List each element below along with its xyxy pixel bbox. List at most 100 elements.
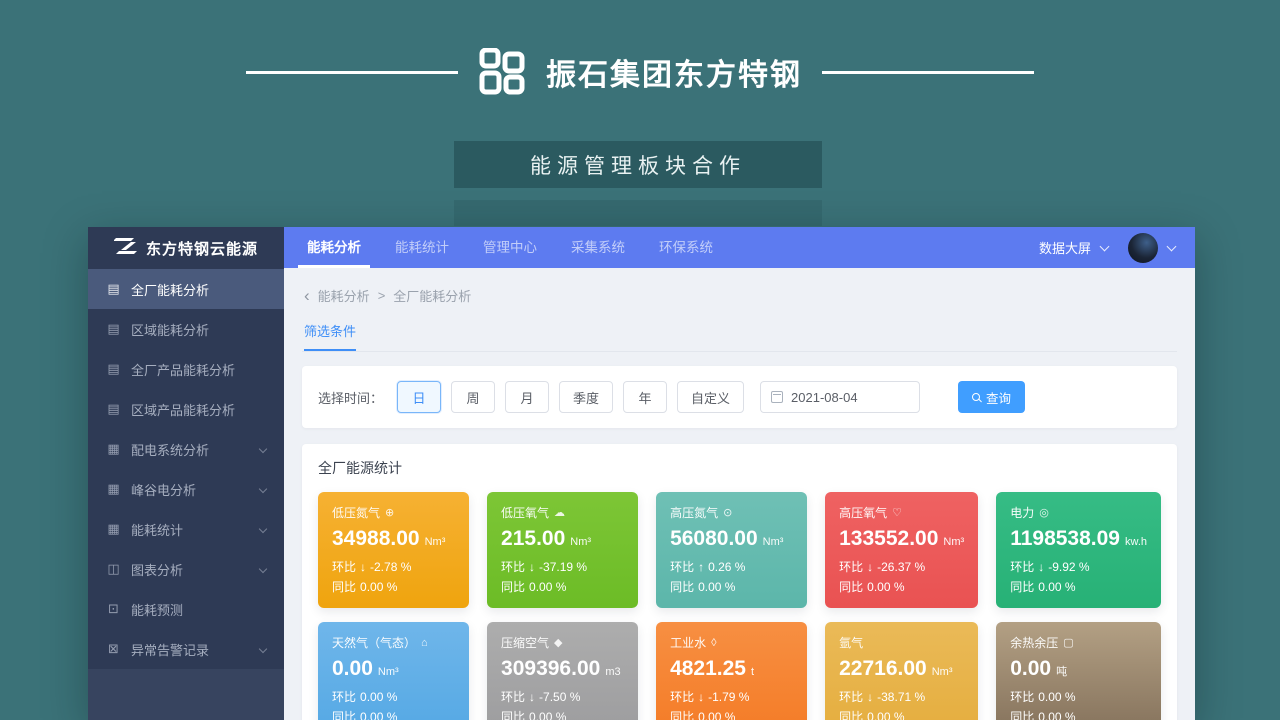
card-unit: 吨 xyxy=(1056,663,1067,679)
card-value: 215.00 xyxy=(501,527,565,551)
stat-card-3[interactable]: 高压氧气♡133552.00Nm³环比↓-26.37 %同比0.00 % xyxy=(825,492,978,608)
chevron-down-icon xyxy=(259,445,267,453)
time-option-4[interactable]: 年 xyxy=(623,381,667,413)
arrow-down-icon: ↓ xyxy=(529,690,535,704)
sidebar-item-2[interactable]: ▤全厂产品能耗分析 xyxy=(88,349,284,389)
tb-label: 同比 xyxy=(501,578,525,595)
hb-label: 环比 xyxy=(670,688,694,705)
data-screen-link[interactable]: 数据大屏 xyxy=(1039,238,1091,257)
sidebar-item-0[interactable]: ▤全厂能耗分析 xyxy=(88,269,284,309)
menu-label: 峰谷电分析 xyxy=(131,480,196,499)
nav-right: 数据大屏 xyxy=(1039,233,1195,263)
tb-value: 0.00 % xyxy=(867,580,904,594)
tb-label: 同比 xyxy=(332,578,356,595)
dashboard-window: 东方特钢云能源 ▤全厂能耗分析▤区域能耗分析▤全厂产品能耗分析▤区域产品能耗分析… xyxy=(88,227,1195,720)
card-title: 余热余压▢ xyxy=(1010,634,1147,651)
tb-label: 同比 xyxy=(670,708,694,720)
card-value: 56080.00 xyxy=(670,527,758,551)
time-option-3[interactable]: 季度 xyxy=(559,381,613,413)
sidebar-menu: ▤全厂能耗分析▤区域能耗分析▤全厂产品能耗分析▤区域产品能耗分析▦配电系统分析▦… xyxy=(88,269,284,669)
card-title: 低压氧气☁ xyxy=(501,504,624,521)
card-value: 1198538.09 xyxy=(1010,527,1120,551)
tb-value: 0.00 % xyxy=(529,710,566,720)
card-title: 压缩空气◆ xyxy=(501,634,624,651)
tb-label: 同比 xyxy=(332,708,356,720)
menu-label: 区域产品能耗分析 xyxy=(131,400,235,419)
tab-filter-conditions[interactable]: 筛选条件 xyxy=(304,321,356,351)
card-hb-line: 环比↓-7.50 % xyxy=(501,688,624,705)
nav-tab-0[interactable]: 能耗分析 xyxy=(290,227,378,268)
menu-label: 能耗预测 xyxy=(131,600,183,619)
sidebar-item-1[interactable]: ▤区域能耗分析 xyxy=(88,309,284,349)
menu-label: 异常告警记录 xyxy=(131,640,209,659)
sidebar-item-4[interactable]: ▦配电系统分析 xyxy=(88,429,284,469)
nav-tab-4[interactable]: 环保系统 xyxy=(642,227,730,268)
sidebar-footer xyxy=(88,669,284,720)
stat-card-7[interactable]: 工业水◊4821.25t环比↓-1.79 %同比0.00 % xyxy=(656,622,807,720)
card-hb-line: 环比↓-26.37 % xyxy=(839,558,964,575)
sidebar-item-6[interactable]: ▦能耗统计 xyxy=(88,509,284,549)
stat-card-8[interactable]: 氩气22716.00Nm³环比↓-38.71 %同比0.00 % xyxy=(825,622,978,720)
nav-tab-3[interactable]: 采集系统 xyxy=(554,227,642,268)
arrow-down-icon: ↓ xyxy=(698,690,704,704)
time-option-0[interactable]: 日 xyxy=(397,381,441,413)
card-type-icon: ⌂ xyxy=(421,637,428,649)
tb-value: 0.00 % xyxy=(698,580,735,594)
time-option-5[interactable]: 自定义 xyxy=(677,381,744,413)
card-value-row: 4821.25t xyxy=(670,657,793,681)
sidebar-item-9[interactable]: ⊠异常告警记录 xyxy=(88,629,284,669)
card-type-icon: ♡ xyxy=(892,506,902,519)
hb-value: -7.50 % xyxy=(539,690,580,704)
grid-logo-icon xyxy=(478,48,526,96)
stat-card-4[interactable]: 电力◎1198538.09kw.h环比↓-9.92 %同比0.00 % xyxy=(996,492,1161,608)
nav-tab-1[interactable]: 能耗统计 xyxy=(378,227,466,268)
chevron-down-icon[interactable] xyxy=(1100,241,1110,251)
stat-card-6[interactable]: 压缩空气◆309396.00m3环比↓-7.50 %同比0.00 % xyxy=(487,622,638,720)
arrow-down-icon: ↓ xyxy=(867,560,873,574)
card-value: 4821.25 xyxy=(670,657,746,681)
card-type-icon: ⊙ xyxy=(723,506,732,519)
card-hb-line: 环比↓-2.78 % xyxy=(332,558,455,575)
arrow-down-icon: ↓ xyxy=(1038,560,1044,574)
subtitle-banner: 能源管理板块合作 xyxy=(454,141,822,188)
date-picker[interactable]: 2021-08-04 xyxy=(760,381,920,413)
breadcrumb-section[interactable]: 能耗分析 xyxy=(318,286,370,305)
card-title: 高压氧气♡ xyxy=(839,504,964,521)
hb-value: 0.00 % xyxy=(1038,690,1075,704)
hb-label: 环比 xyxy=(1010,688,1034,705)
sidebar-item-7[interactable]: ◫图表分析 xyxy=(88,549,284,589)
stat-card-2[interactable]: 高压氮气⊙56080.00Nm³环比↑0.26 %同比0.00 % xyxy=(656,492,807,608)
card-value: 0.00 xyxy=(1010,657,1051,681)
stat-card-0[interactable]: 低压氮气⊕34988.00Nm³环比↓-2.78 %同比0.00 % xyxy=(318,492,469,608)
card-hb-line: 环比↓-1.79 % xyxy=(670,688,793,705)
avatar[interactable] xyxy=(1128,233,1158,263)
card-title: 低压氮气⊕ xyxy=(332,504,455,521)
sidebar-item-3[interactable]: ▤区域产品能耗分析 xyxy=(88,389,284,429)
card-unit: m3 xyxy=(605,666,620,678)
card-tb-line: 同比0.00 % xyxy=(839,708,964,720)
stat-card-1[interactable]: 低压氧气☁215.00Nm³环比↓-37.19 %同比0.00 % xyxy=(487,492,638,608)
card-type-icon: ☁ xyxy=(554,506,565,519)
decor-line-left xyxy=(246,71,458,74)
time-option-1[interactable]: 周 xyxy=(451,381,495,413)
tb-value: 0.00 % xyxy=(360,710,397,720)
tb-value: 0.00 % xyxy=(1038,580,1075,594)
time-option-2[interactable]: 月 xyxy=(505,381,549,413)
sidebar-item-5[interactable]: ▦峰谷电分析 xyxy=(88,469,284,509)
brand-logo-icon xyxy=(114,237,138,259)
card-title: 电力◎ xyxy=(1010,504,1147,521)
card-type-icon: ⊕ xyxy=(385,506,394,519)
stat-card-9[interactable]: 余热余压▢0.00吨环比0.00 %同比0.00 % xyxy=(996,622,1161,720)
card-value-row: 22716.00Nm³ xyxy=(839,657,964,681)
chevron-down-icon[interactable] xyxy=(1167,241,1177,251)
back-arrow-icon[interactable]: ‹ xyxy=(304,289,310,302)
sidebar-item-8[interactable]: ⊡ 能耗预测 xyxy=(88,589,284,629)
query-button[interactable]: 查询 xyxy=(958,381,1025,413)
menu-label: 全厂产品能耗分析 xyxy=(131,360,235,379)
tb-label: 同比 xyxy=(1010,708,1034,720)
menu-icon: ⊡ xyxy=(106,601,121,617)
nav-tab-2[interactable]: 管理中心 xyxy=(466,227,554,268)
stat-card-5[interactable]: 天然气（气态）⌂0.00Nm³环比0.00 %同比0.00 % xyxy=(318,622,469,720)
arrow-down-icon: ↓ xyxy=(529,560,535,574)
card-title: 天然气（气态）⌂ xyxy=(332,634,455,651)
